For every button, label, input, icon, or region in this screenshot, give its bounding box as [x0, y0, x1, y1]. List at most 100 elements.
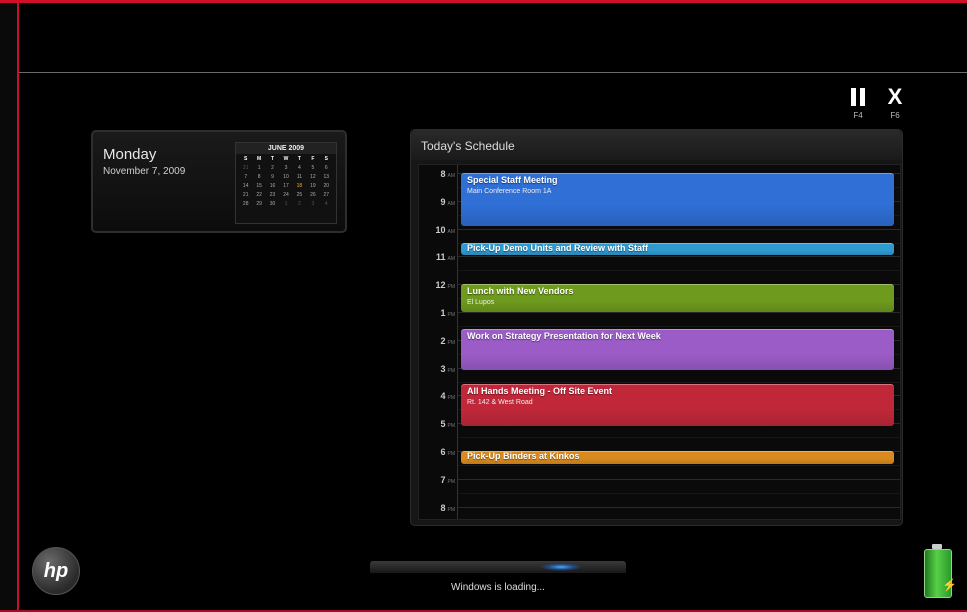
calendar-day[interactable]: 12	[306, 173, 319, 182]
calendar-day[interactable]: 27	[320, 191, 333, 200]
mini-calendar-title: JUNE 2009	[236, 143, 336, 154]
hour-ampm: PM	[447, 339, 456, 346]
hour-ampm: PM	[447, 395, 456, 402]
hour-gridline	[458, 228, 900, 230]
event-title: Pick-Up Binders at Kinkos	[467, 451, 580, 461]
hour-number: 2	[440, 335, 446, 346]
schedule-event[interactable]: Pick-Up Binders at Kinkos	[461, 451, 894, 464]
calendar-day[interactable]: 25	[293, 191, 306, 200]
event-location: Main Conference Room 1A	[467, 188, 552, 195]
loading-progress-bar	[370, 561, 626, 573]
hour-number: 4	[440, 391, 446, 402]
hour-number: 5	[440, 419, 446, 430]
half-hour-gridline	[458, 325, 900, 327]
calendar-dow-0: S	[244, 156, 248, 162]
hour-label: 3 PM	[421, 364, 455, 374]
pause-button[interactable]: F4	[844, 86, 872, 120]
calendar-day[interactable]: 26	[306, 191, 319, 200]
hour-label: 4 PM	[421, 391, 455, 401]
calendar-day[interactable]: 13	[320, 173, 333, 182]
schedule-event[interactable]: Lunch with New Vendors El Lupos	[461, 284, 894, 312]
calendar-day[interactable]: 2	[266, 164, 279, 173]
hour-label: 1 PM	[421, 308, 455, 318]
close-button[interactable]: X F6	[881, 86, 909, 121]
calendar-day[interactable]: 8	[252, 173, 265, 182]
calendar-dow-2: T	[271, 156, 275, 162]
calendar-day[interactable]: 2	[293, 200, 306, 209]
hour-ampm: AM	[447, 173, 456, 179]
loading-status-text: Windows is loading...	[451, 582, 545, 593]
calendar-day[interactable]: 24	[279, 191, 292, 200]
hour-number: 1	[440, 308, 446, 318]
half-hour-gridline	[458, 464, 900, 466]
calendar-day[interactable]: 1	[252, 164, 265, 173]
half-hour-gridline	[458, 381, 900, 383]
calendar-day[interactable]: 14	[239, 182, 252, 191]
calendar-day[interactable]: 6	[320, 164, 333, 173]
hour-label: 10 AM	[421, 225, 455, 235]
hour-ampm: PM	[447, 451, 456, 457]
calendar-day[interactable]: 15	[252, 182, 265, 191]
calendar-day[interactable]: 20	[320, 182, 333, 191]
calendar-day[interactable]: 10	[279, 173, 292, 182]
hour-ampm: AM	[447, 228, 456, 235]
calendar-day[interactable]: 29	[252, 200, 265, 209]
hour-gridline	[458, 506, 900, 508]
calendar-dow-6: S	[324, 156, 328, 162]
half-hour-gridline	[458, 492, 900, 494]
hour-number: 10	[435, 224, 446, 235]
calendar-day[interactable]: 31	[239, 164, 252, 173]
calendar-day[interactable]: 3	[306, 200, 319, 209]
event-title: All Hands Meeting - Off Site Event	[467, 386, 613, 397]
calendar-day[interactable]: 18	[293, 182, 306, 191]
calendar-day[interactable]: 5	[306, 164, 319, 173]
calendar-day[interactable]: 28	[239, 200, 252, 209]
hour-label: 12 PM	[421, 280, 455, 290]
window-left-frame	[0, 0, 18, 612]
calendar-day[interactable]: 23	[266, 191, 279, 200]
schedule-event[interactable]: All Hands Meeting - Off Site Event Rt. 14…	[461, 384, 894, 426]
hour-number: 7	[440, 474, 446, 485]
calendar-day[interactable]: 3	[279, 164, 292, 173]
hour-ampm: AM	[447, 256, 456, 263]
weekday-label: Monday	[103, 146, 157, 163]
calendar-day[interactable]: 9	[266, 173, 279, 182]
schedule-event[interactable]: Special Staff Meeting Main Conference Roo…	[461, 173, 894, 226]
hour-ampm: PM	[447, 284, 456, 291]
calendar-day[interactable]: 22	[252, 191, 265, 200]
battery-charging-icon: ⚡	[922, 544, 957, 598]
calendar-day[interactable]: 7	[239, 173, 252, 182]
pause-key-label: F4	[853, 111, 863, 120]
hour-gridline	[458, 478, 900, 480]
hour-ampm: AM	[447, 200, 456, 207]
hour-gridline	[458, 312, 900, 313]
event-title: Work on Strategy Presentation for Next W…	[467, 330, 661, 341]
calendar-day[interactable]: 17	[279, 182, 292, 191]
hour-label: 2 PM	[421, 336, 455, 346]
calendar-day[interactable]: 16	[266, 182, 279, 191]
pause-icon	[851, 88, 865, 106]
calendar-day[interactable]: 4	[293, 164, 306, 173]
event-title: Lunch with New Vendors	[467, 286, 574, 297]
hour-label: 11 AM	[421, 252, 455, 262]
calendar-day[interactable]: 21	[239, 191, 252, 200]
schedule-event[interactable]: Pick-Up Demo Units and Review with Staff	[461, 242, 894, 255]
calendar-day[interactable]: 4	[320, 200, 333, 209]
mini-calendar-grid: S M T W T F S 31 1 2 3 4 5 6 7 8 9 10 11 12 13 14 15 16 17 18 19 20…	[236, 154, 336, 210]
full-date-label: November 7, 2009	[103, 166, 186, 177]
event-title: Pick-Up Demo Units and Review with Staff	[467, 242, 649, 253]
calendar-day[interactable]: 30	[266, 200, 279, 209]
calendar-dow-3: W	[283, 156, 289, 162]
hour-ampm: PM	[447, 423, 456, 430]
hour-number: 6	[440, 447, 446, 457]
calendar-day[interactable]: 11	[293, 173, 306, 182]
calendar-day[interactable]: 19	[306, 182, 319, 191]
schedule-body: 8 AM 9 AM 10 AM 11 AM 12 PM 1 PM 2 PM 3 PM 4 PM 5 PM 6 PM 7 PM 8…	[418, 164, 901, 520]
hour-ampm: PM	[447, 478, 456, 485]
calendar-day[interactable]: 1	[279, 200, 292, 209]
schedule-event[interactable]: Work on Strategy Presentation for Next W…	[461, 328, 894, 371]
hour-label: 7 PM	[421, 475, 455, 485]
window-left-border	[17, 0, 19, 612]
window-top-border	[0, 0, 967, 3]
hour-number: 8	[440, 502, 446, 513]
